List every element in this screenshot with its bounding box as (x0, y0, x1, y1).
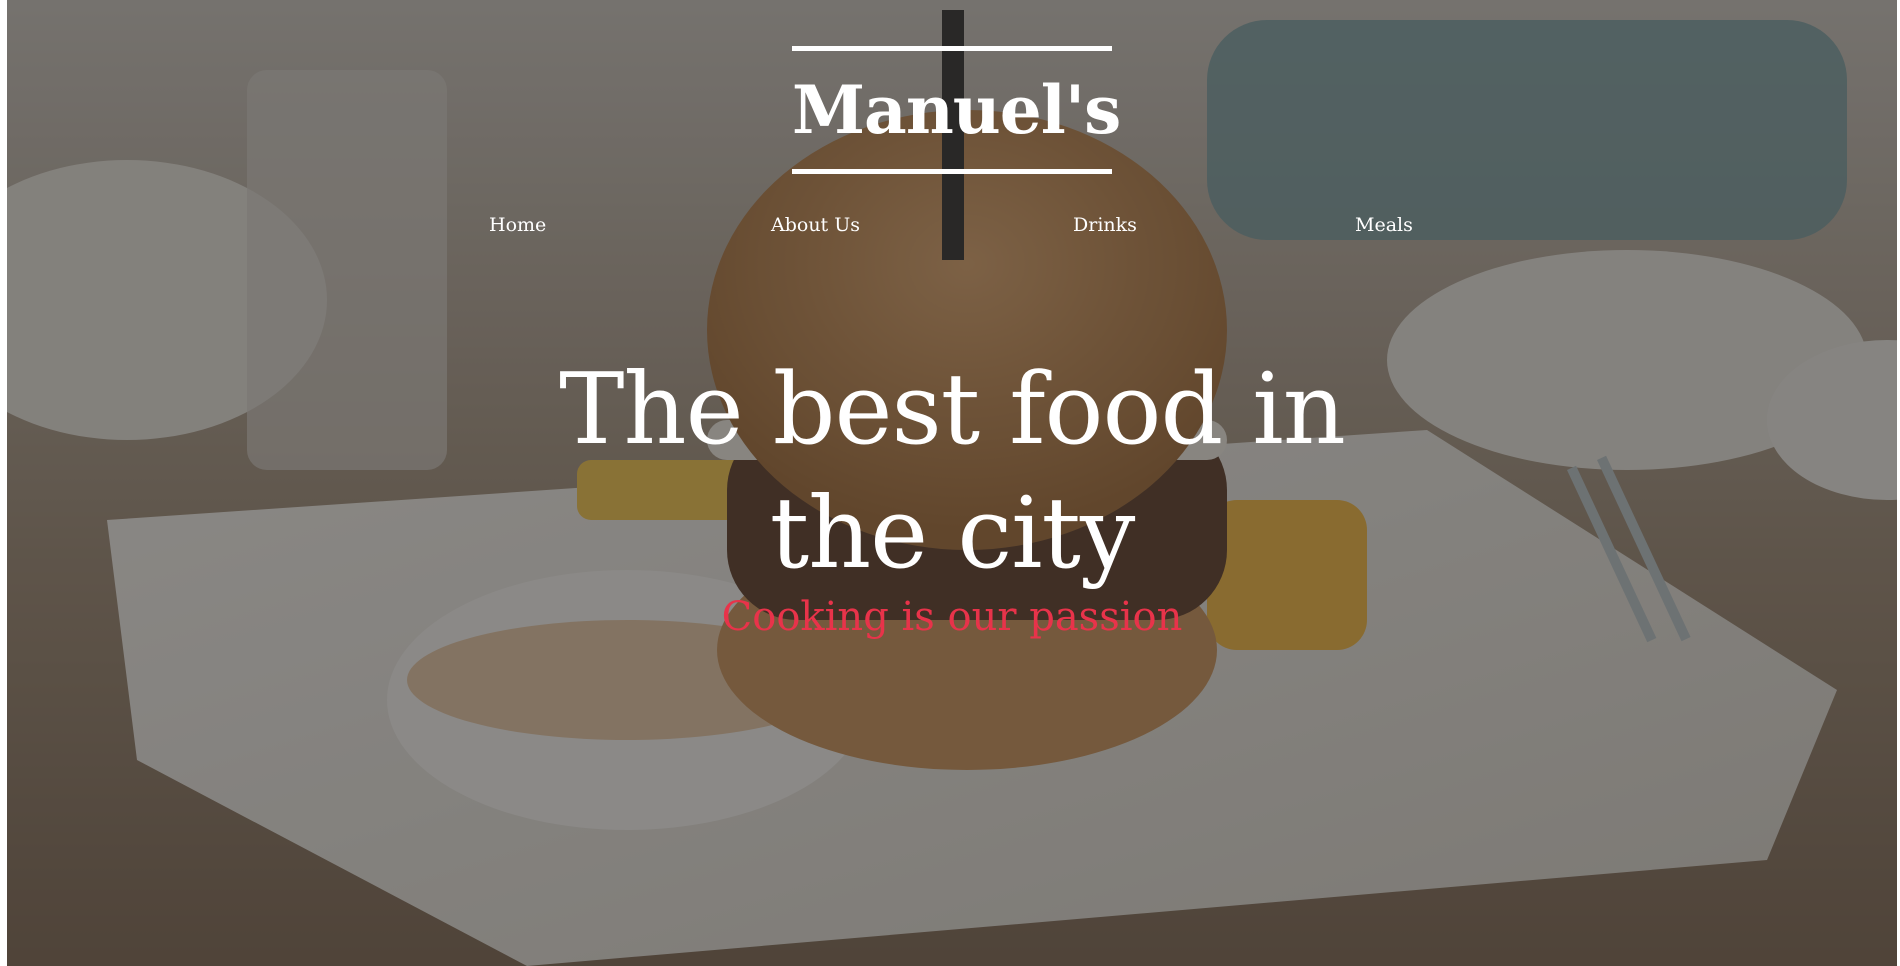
main-nav: Home About Us Drinks Meals (7, 214, 1897, 244)
hero-headline: The best food in the city (559, 353, 1346, 591)
brand-name: Manuel's (792, 71, 1121, 149)
nav-item-about-us[interactable]: About Us (771, 214, 860, 236)
nav-item-meals[interactable]: Meals (1355, 214, 1413, 236)
hero-tagline: Cooking is our passion (721, 594, 1183, 640)
nav-item-home[interactable]: Home (489, 214, 546, 236)
brand-logo[interactable]: Manuel's (792, 46, 1121, 174)
hero-section: Manuel's Home About Us Drinks Meals The … (7, 0, 1897, 966)
nav-item-drinks[interactable]: Drinks (1073, 214, 1137, 236)
